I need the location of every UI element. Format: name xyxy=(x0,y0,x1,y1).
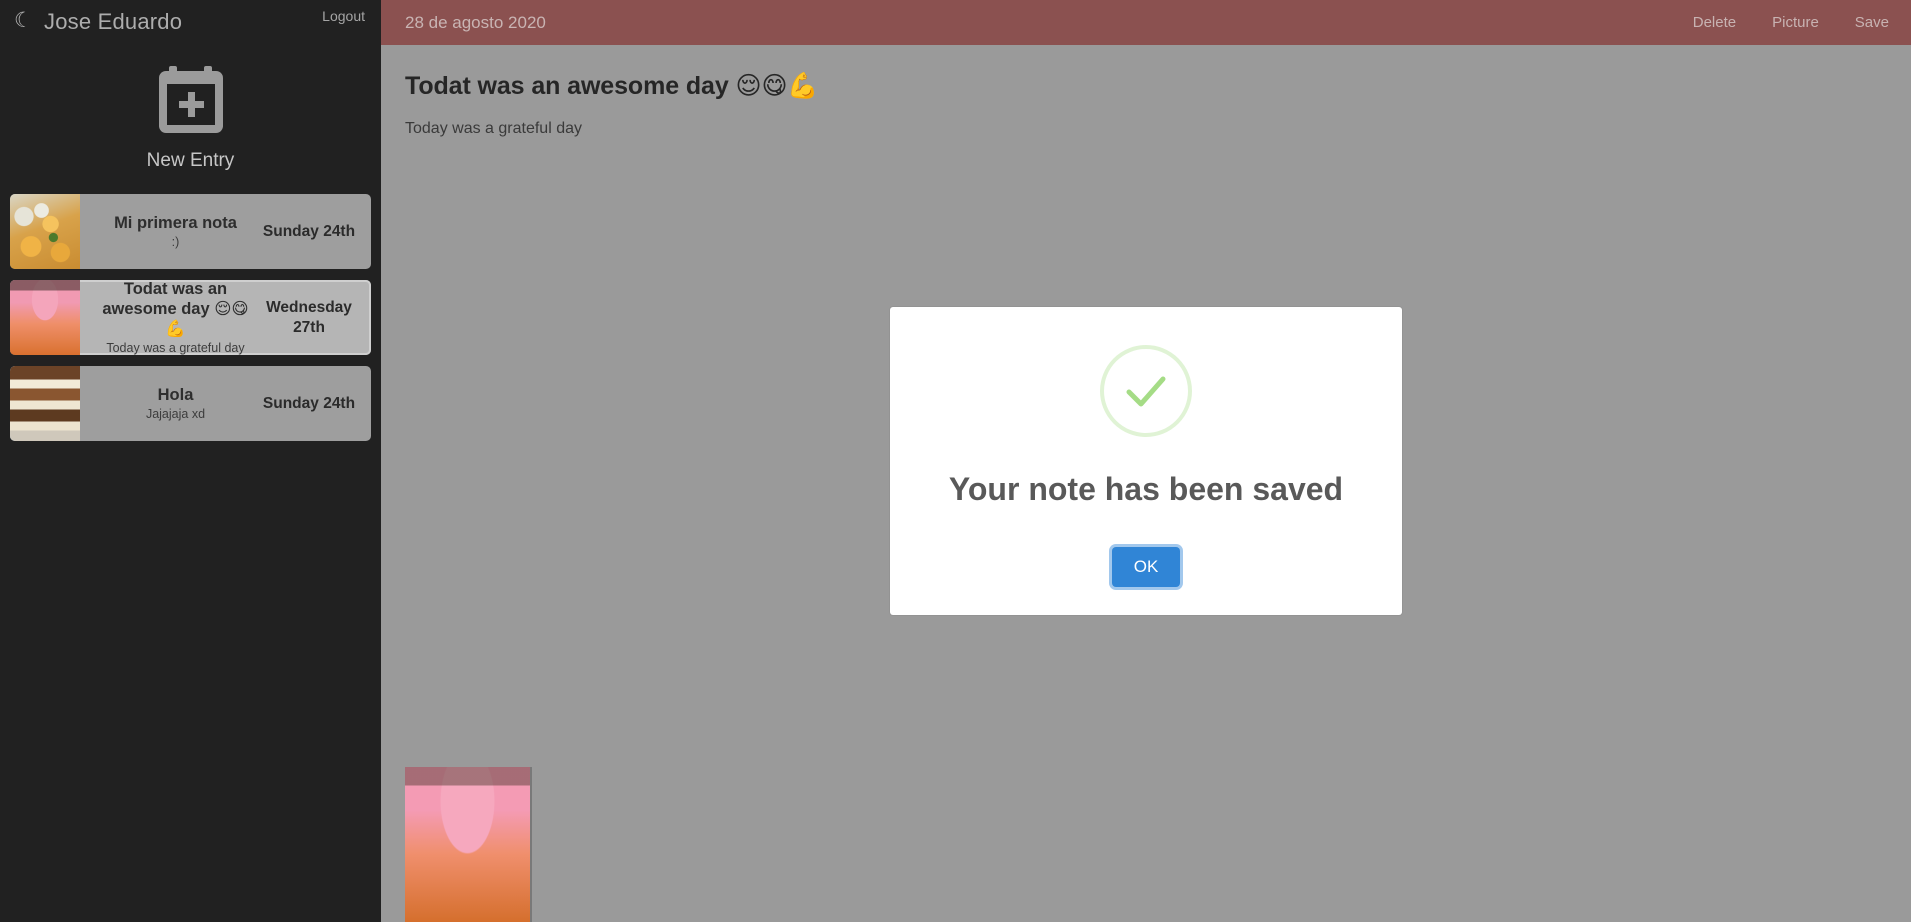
entry-title: Mi primera nota xyxy=(114,213,237,232)
entry-title: Hola xyxy=(157,385,194,404)
entry-thumbnail xyxy=(10,366,80,441)
modal-backdrop: Your note has been saved OK xyxy=(381,0,1911,922)
entry-date: Sunday 24th xyxy=(262,222,356,240)
entry-text: Hola Jajajaja xd xyxy=(90,385,257,422)
entry-list: Mi primera nota :) Sunday 24th Todat was… xyxy=(0,194,381,441)
entry-date: Sunday 24th xyxy=(262,394,356,412)
success-check-icon xyxy=(1100,345,1192,437)
new-entry-button[interactable]: New Entry xyxy=(0,64,381,172)
entry-text: Mi primera nota :) xyxy=(90,213,257,250)
entry-body: Todat was an awesome day 😌😋💪 Today was a… xyxy=(80,280,371,355)
ok-button[interactable]: OK xyxy=(1111,547,1181,587)
entry-body: Mi primera nota :) Sunday 24th xyxy=(80,194,371,269)
app-root: ☾ Jose Eduardo Logout New Entry Mi prime… xyxy=(0,0,1911,922)
list-item[interactable]: Hola Jajajaja xd Sunday 24th xyxy=(10,366,371,441)
entry-thumbnail xyxy=(10,194,80,269)
sidebar: ☾ Jose Eduardo Logout New Entry Mi prime… xyxy=(0,0,381,922)
entry-body: Hola Jajajaja xd Sunday 24th xyxy=(80,366,371,441)
main-content: 28 de agosto 2020 Delete Picture Save To… xyxy=(381,0,1911,922)
entry-text: Todat was an awesome day 😌😋💪 Today was a… xyxy=(90,280,257,355)
entry-thumbnail xyxy=(10,280,80,355)
entry-snippet: :) xyxy=(171,234,180,249)
sidebar-header: ☾ Jose Eduardo Logout xyxy=(0,0,381,44)
calendar-plus-icon xyxy=(158,66,223,133)
modal-title: Your note has been saved xyxy=(948,471,1344,507)
new-entry-label: New Entry xyxy=(146,150,235,171)
list-item[interactable]: Mi primera nota :) Sunday 24th xyxy=(10,194,371,269)
moon-icon: ☾ xyxy=(14,9,34,32)
brand: ☾ Jose Eduardo xyxy=(14,9,182,35)
save-confirmation-dialog: Your note has been saved OK xyxy=(890,307,1402,615)
entry-title: Todat was an awesome day 😌😋💪 xyxy=(102,280,249,338)
logout-link[interactable]: Logout xyxy=(322,8,365,24)
entry-snippet: Jajajaja xd xyxy=(145,406,206,421)
user-name: Jose Eduardo xyxy=(44,9,183,34)
entry-date: Wednesday 27th xyxy=(266,299,352,336)
list-item[interactable]: Todat was an awesome day 😌😋💪 Today was a… xyxy=(10,280,371,355)
entry-snippet: Today was a grateful day xyxy=(106,341,245,355)
